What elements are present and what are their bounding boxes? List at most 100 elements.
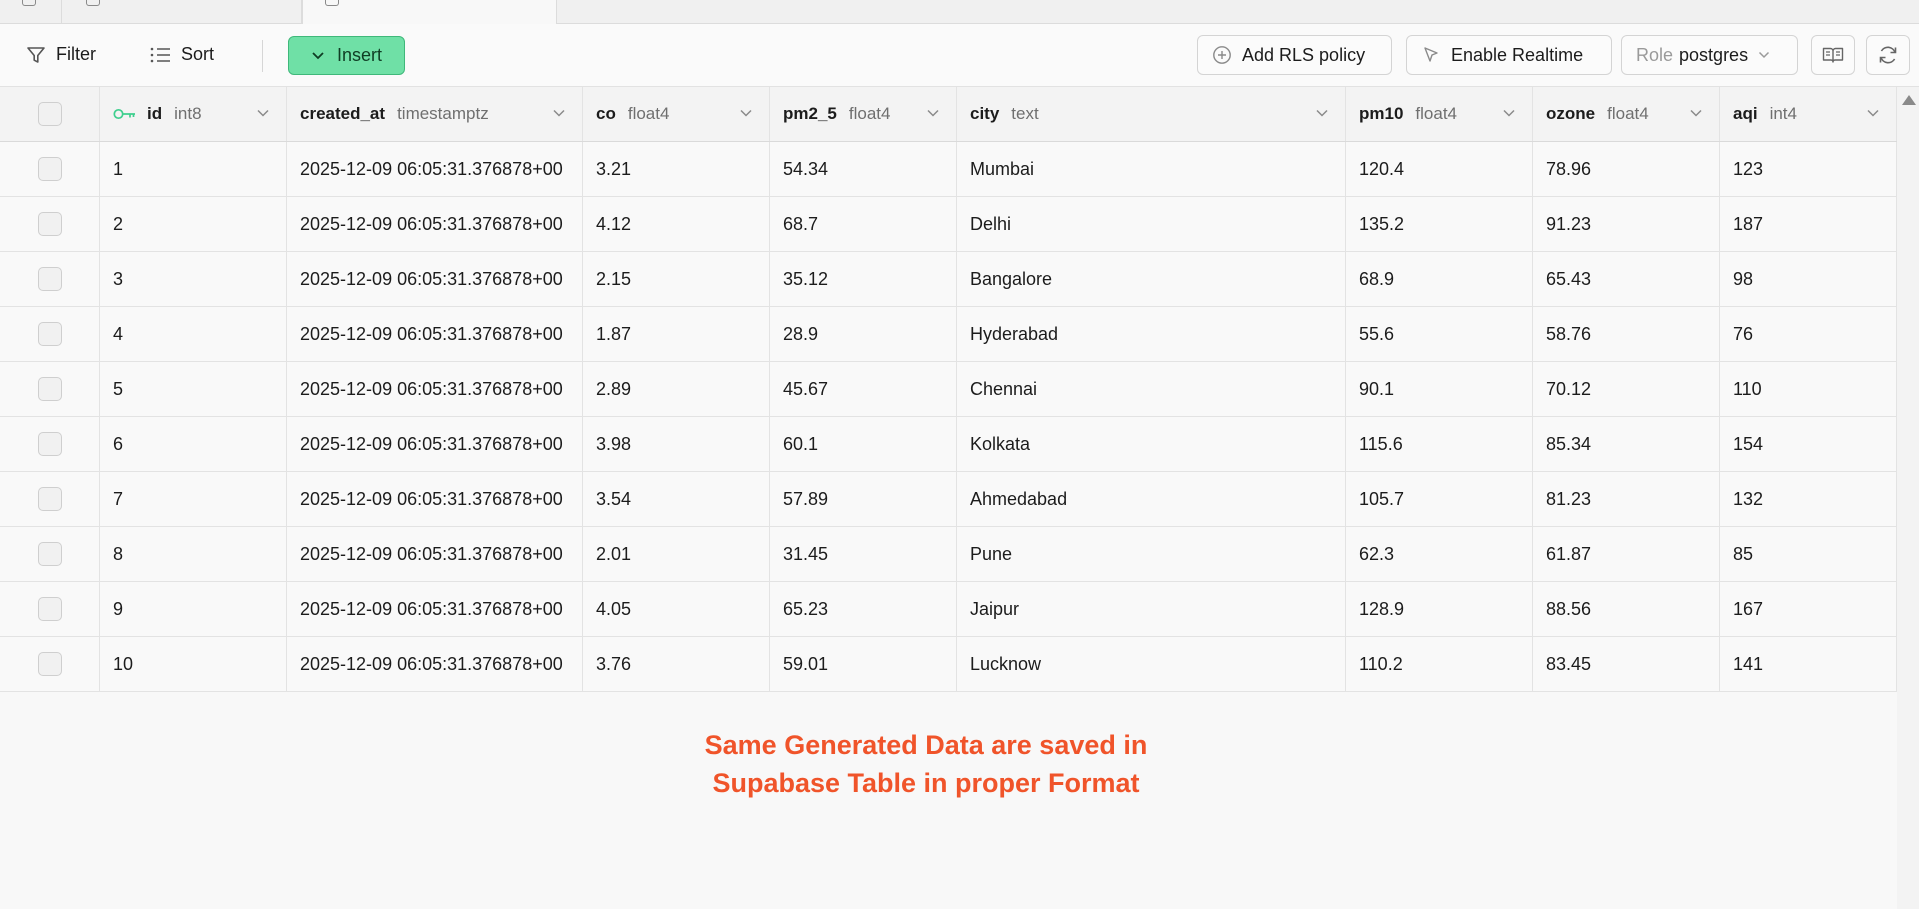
cell-city[interactable]: Chennai [957, 362, 1346, 416]
cell-co[interactable]: 3.98 [583, 417, 770, 471]
cell-aqi[interactable]: 141 [1720, 637, 1897, 691]
row-checkbox[interactable] [37, 212, 62, 236]
table-row[interactable]: 4 2025-12-09 06:05:31.376878+00 1.87 28.9 Hy… [0, 307, 1897, 362]
cell-ozone[interactable]: 88.56 [1533, 582, 1720, 636]
cell-co[interactable]: 4.12 [583, 197, 770, 251]
cell-city[interactable]: Bangalore [957, 252, 1346, 306]
cell-co[interactable]: 1.87 [583, 307, 770, 361]
cell-created-at[interactable]: 2025-12-09 06:05:31.376878+00 [287, 307, 583, 361]
row-checkbox[interactable] [37, 322, 62, 346]
cell-id[interactable]: 6 [100, 417, 287, 471]
row-checkbox[interactable] [37, 157, 62, 181]
cell-city[interactable]: Mumbai [957, 142, 1346, 196]
chevron-down-icon[interactable] [739, 108, 753, 118]
table-row[interactable]: 9 2025-12-09 06:05:31.376878+00 4.05 65.23 J… [0, 582, 1897, 637]
cell-co[interactable]: 2.01 [583, 527, 770, 581]
cell-id[interactable]: 5 [100, 362, 287, 416]
column-header-created-at[interactable]: created_at timestamptz [287, 87, 583, 141]
cell-id[interactable]: 4 [100, 307, 287, 361]
cell-ozone[interactable]: 91.23 [1533, 197, 1720, 251]
row-checkbox[interactable] [37, 267, 62, 291]
cell-co[interactable]: 3.54 [583, 472, 770, 526]
cell-ozone[interactable]: 61.87 [1533, 527, 1720, 581]
cell-co[interactable]: 2.89 [583, 362, 770, 416]
cell-ozone[interactable]: 78.96 [1533, 142, 1720, 196]
cell-created-at[interactable]: 2025-12-09 06:05:31.376878+00 [287, 252, 583, 306]
cell-ozone[interactable]: 58.76 [1533, 307, 1720, 361]
cell-pm2-5[interactable]: 59.01 [770, 637, 957, 691]
table-row[interactable]: 2 2025-12-09 06:05:31.376878+00 4.12 68.7 De… [0, 197, 1897, 252]
cell-co[interactable]: 2.15 [583, 252, 770, 306]
cell-id[interactable]: 3 [100, 252, 287, 306]
row-checkbox[interactable] [37, 487, 62, 511]
cell-city[interactable]: Lucknow [957, 637, 1346, 691]
cell-co[interactable]: 3.76 [583, 637, 770, 691]
add-rls-policy-button[interactable]: Add RLS policy [1197, 35, 1392, 75]
cell-pm10[interactable]: 68.9 [1346, 252, 1533, 306]
column-header-pm2-5[interactable]: pm2_5 float4 [770, 87, 957, 141]
table-row[interactable]: 5 2025-12-09 06:05:31.376878+00 2.89 45.67 C… [0, 362, 1897, 417]
cell-pm10[interactable]: 120.4 [1346, 142, 1533, 196]
column-header-pm10[interactable]: pm10 float4 [1346, 87, 1533, 141]
cell-id[interactable]: 10 [100, 637, 287, 691]
row-checkbox[interactable] [37, 432, 62, 456]
refresh-button[interactable] [1866, 35, 1910, 75]
table-row[interactable]: 3 2025-12-09 06:05:31.376878+00 2.15 35.12 B… [0, 252, 1897, 307]
cell-pm10[interactable]: 115.6 [1346, 417, 1533, 471]
row-checkbox[interactable] [37, 377, 62, 401]
cell-created-at[interactable]: 2025-12-09 06:05:31.376878+00 [287, 142, 583, 196]
cell-pm10[interactable]: 135.2 [1346, 197, 1533, 251]
cell-city[interactable]: Kolkata [957, 417, 1346, 471]
insert-button[interactable]: Insert [288, 36, 405, 75]
cell-pm10[interactable]: 90.1 [1346, 362, 1533, 416]
cell-pm2-5[interactable]: 31.45 [770, 527, 957, 581]
tab-previous-table[interactable] [62, 0, 302, 24]
cell-created-at[interactable]: 2025-12-09 06:05:31.376878+00 [287, 362, 583, 416]
cell-created-at[interactable]: 2025-12-09 06:05:31.376878+00 [287, 472, 583, 526]
cell-aqi[interactable]: 76 [1720, 307, 1897, 361]
role-selector[interactable]: Role postgres [1621, 35, 1798, 75]
docs-button[interactable] [1811, 35, 1855, 75]
tab-table-editor[interactable] [0, 0, 62, 24]
cell-created-at[interactable]: 2025-12-09 06:05:31.376878+00 [287, 527, 583, 581]
table-row[interactable]: 8 2025-12-09 06:05:31.376878+00 2.01 31.45 P… [0, 527, 1897, 582]
cell-pm2-5[interactable]: 57.89 [770, 472, 957, 526]
cell-aqi[interactable]: 85 [1720, 527, 1897, 581]
cell-co[interactable]: 3.21 [583, 142, 770, 196]
cell-pm10[interactable]: 55.6 [1346, 307, 1533, 361]
cell-pm10[interactable]: 105.7 [1346, 472, 1533, 526]
cell-ozone[interactable]: 70.12 [1533, 362, 1720, 416]
column-header-aqi[interactable]: aqi int4 [1720, 87, 1897, 141]
chevron-down-icon[interactable] [256, 108, 270, 118]
filter-button[interactable]: Filter [26, 44, 96, 65]
column-header-city[interactable]: city text [957, 87, 1346, 141]
column-header-co[interactable]: co float4 [583, 87, 770, 141]
cell-city[interactable]: Jaipur [957, 582, 1346, 636]
enable-realtime-button[interactable]: Enable Realtime [1406, 35, 1612, 75]
chevron-down-icon[interactable] [552, 108, 566, 118]
row-checkbox[interactable] [37, 597, 62, 621]
chevron-down-icon[interactable] [1315, 108, 1329, 118]
cell-aqi[interactable]: 187 [1720, 197, 1897, 251]
cell-aqi[interactable]: 154 [1720, 417, 1897, 471]
sort-button[interactable]: Sort [149, 44, 214, 65]
cell-aqi[interactable]: 167 [1720, 582, 1897, 636]
column-header-id[interactable]: id int8 [100, 87, 287, 141]
cell-co[interactable]: 4.05 [583, 582, 770, 636]
cell-pm2-5[interactable]: 45.67 [770, 362, 957, 416]
vertical-scrollbar[interactable] [1897, 87, 1919, 909]
cell-pm2-5[interactable]: 65.23 [770, 582, 957, 636]
cell-id[interactable]: 2 [100, 197, 287, 251]
cell-pm10[interactable]: 62.3 [1346, 527, 1533, 581]
table-row[interactable]: 10 2025-12-09 06:05:31.376878+00 3.76 59.01… [0, 637, 1897, 692]
cell-pm2-5[interactable]: 28.9 [770, 307, 957, 361]
cell-city[interactable]: Ahmedabad [957, 472, 1346, 526]
cell-ozone[interactable]: 65.43 [1533, 252, 1720, 306]
cell-ozone[interactable]: 81.23 [1533, 472, 1720, 526]
cell-id[interactable]: 9 [100, 582, 287, 636]
chevron-down-icon[interactable] [1689, 108, 1703, 118]
cell-pm10[interactable]: 110.2 [1346, 637, 1533, 691]
cell-id[interactable]: 8 [100, 527, 287, 581]
chevron-down-icon[interactable] [1866, 108, 1880, 118]
cell-aqi[interactable]: 110 [1720, 362, 1897, 416]
